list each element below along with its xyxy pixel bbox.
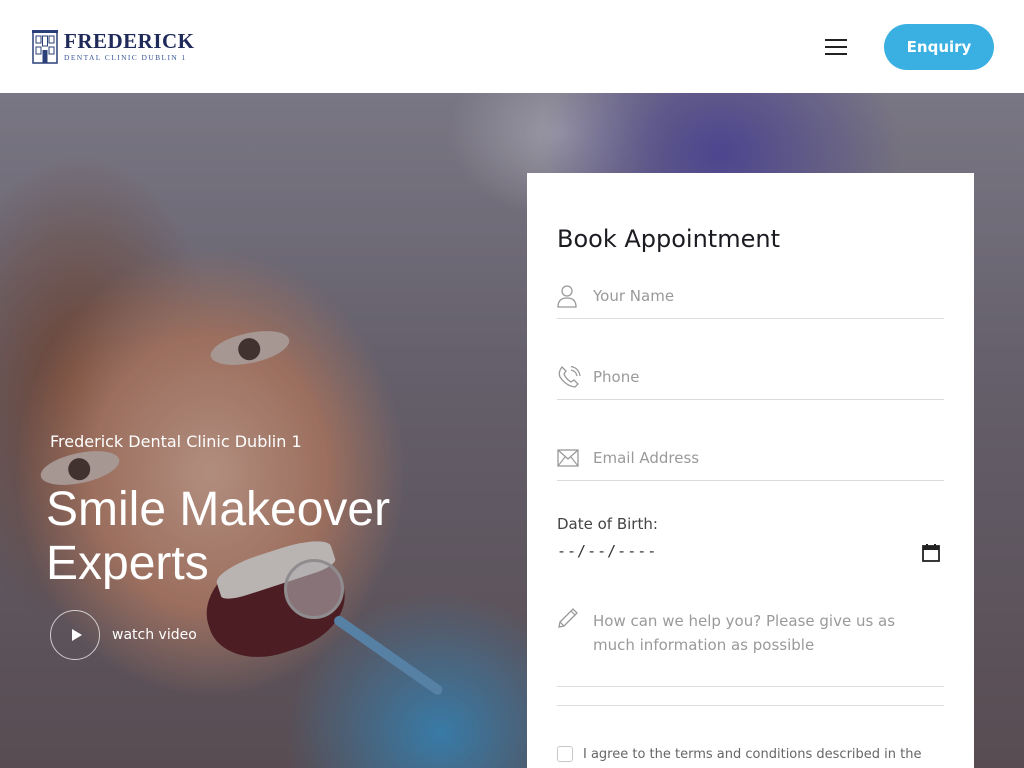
phone-field: [557, 359, 944, 400]
terms-agreement: I agree to the terms and conditions desc…: [557, 746, 921, 762]
dob-input[interactable]: --/--/----: [557, 542, 657, 560]
form-divider: [557, 705, 944, 706]
terms-text: I agree to the terms and conditions desc…: [583, 746, 922, 762]
email-field: [557, 440, 944, 481]
name-field: [557, 278, 944, 319]
phone-icon: [558, 365, 581, 388]
envelope-icon: [557, 449, 579, 467]
enquiry-button[interactable]: Enquiry: [884, 24, 994, 70]
form-title: Book Appointment: [557, 225, 780, 253]
dob-label: Date of Birth:: [557, 515, 658, 533]
phone-input[interactable]: [593, 365, 933, 389]
logo-subtitle: DENTAL CLINIC DUBLIN 1: [64, 53, 187, 62]
message-textarea[interactable]: [593, 609, 933, 679]
name-input[interactable]: [593, 284, 933, 308]
pencil-icon: [558, 608, 578, 628]
clinic-logo[interactable]: FREDERICK DENTAL CLINIC DUBLIN 1: [32, 28, 195, 64]
email-input[interactable]: [593, 446, 933, 470]
site-header: FREDERICK DENTAL CLINIC DUBLIN 1 Enquiry: [0, 0, 1024, 93]
hamburger-menu-icon[interactable]: [823, 36, 851, 58]
terms-checkbox[interactable]: [557, 746, 573, 762]
logo-title: FREDERICK: [64, 29, 195, 53]
watch-video-button[interactable]: watch video: [50, 610, 197, 660]
hero-subtitle: Frederick Dental Clinic Dublin 1: [50, 432, 302, 451]
hero-title: Smile Makeover Experts: [46, 483, 391, 590]
book-appointment-form: Book Appointment Date of Birth: --/--/--…: [527, 173, 974, 768]
message-field: [557, 607, 944, 687]
play-icon[interactable]: [50, 610, 100, 660]
watch-video-label: watch video: [112, 627, 197, 643]
calendar-icon[interactable]: [921, 543, 941, 563]
building-logo-icon: [32, 30, 58, 64]
user-icon: [557, 285, 577, 308]
